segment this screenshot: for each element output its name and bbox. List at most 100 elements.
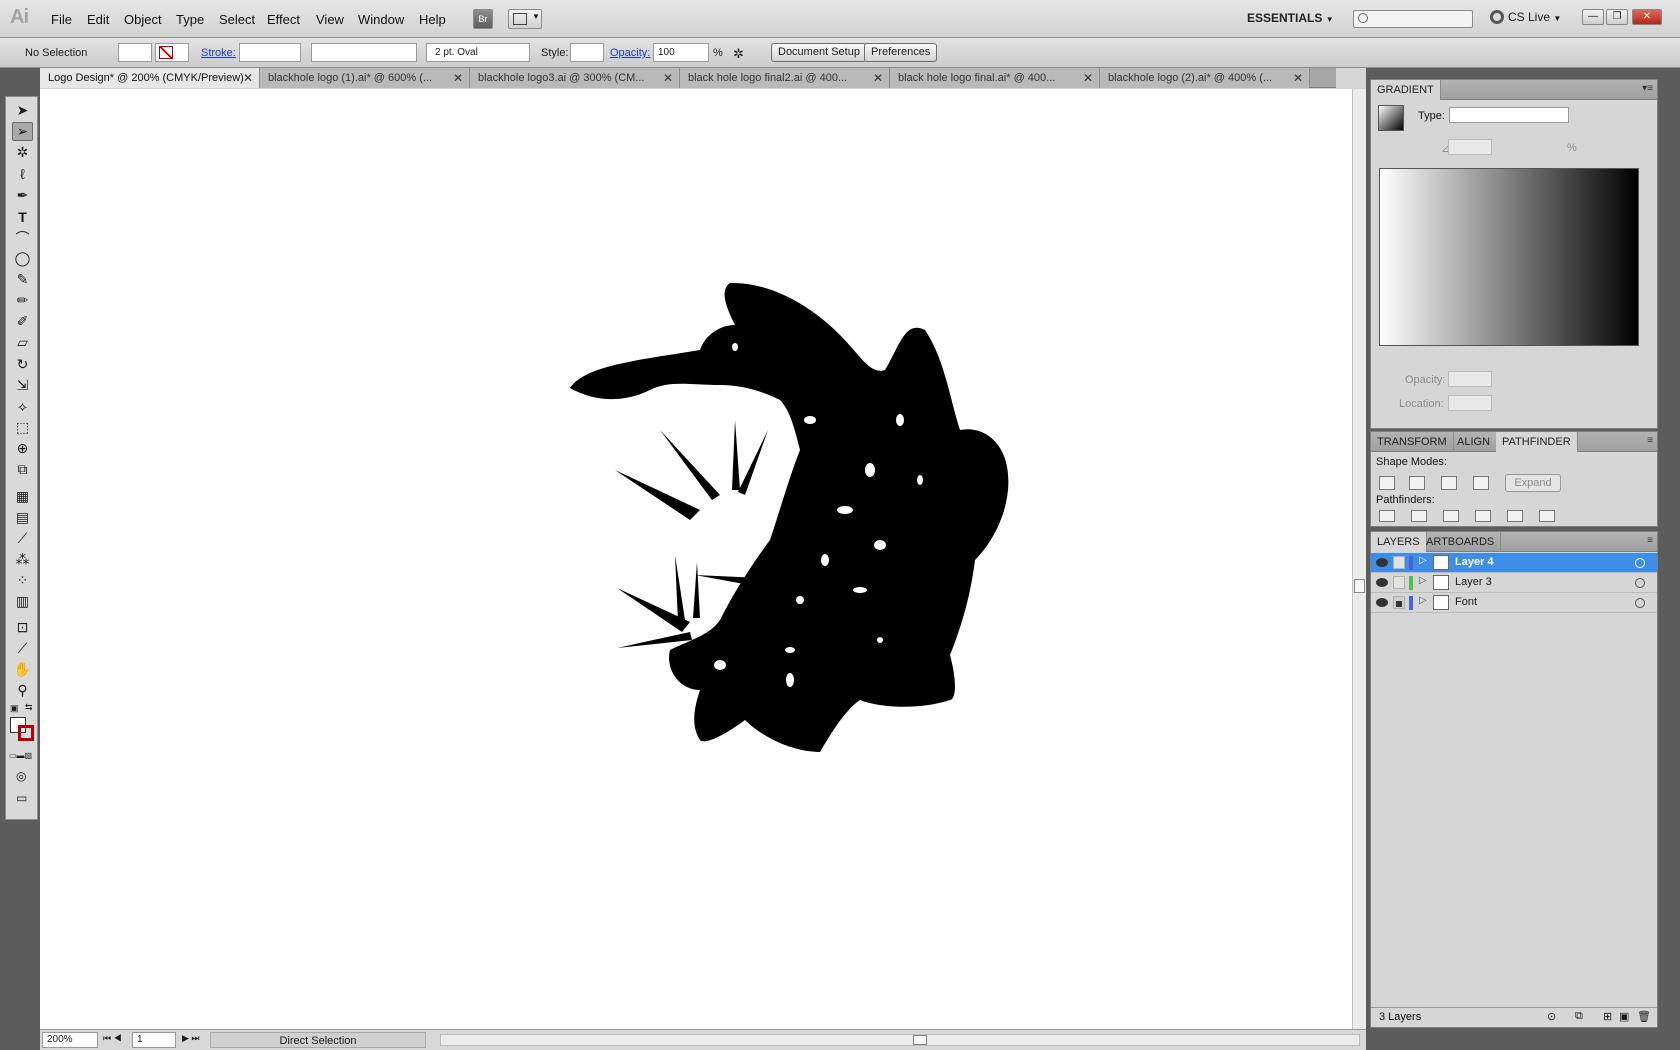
visibility-eye-icon[interactable] bbox=[1376, 578, 1388, 587]
lasso-tool-icon[interactable]: ℓ bbox=[12, 164, 33, 183]
stop-opacity-field[interactable] bbox=[1448, 371, 1492, 387]
make-clipping-mask-icon[interactable]: ⧉ bbox=[1575, 1010, 1583, 1023]
selection-tool-icon[interactable]: ➤ bbox=[12, 101, 33, 120]
type-tool-icon[interactable]: T bbox=[12, 207, 33, 226]
close-tab-icon[interactable]: ✕ bbox=[453, 68, 463, 88]
workspace-switcher[interactable]: ESSENTIALS ▼ bbox=[1247, 11, 1334, 25]
layer-name[interactable]: Font bbox=[1455, 596, 1477, 608]
swap-fill-stroke-icon[interactable]: ⇆ bbox=[25, 702, 33, 713]
delete-layer-icon[interactable]: 🗑 bbox=[1637, 1010, 1651, 1023]
artboard-canvas[interactable] bbox=[40, 89, 1352, 1029]
menu-view[interactable]: View bbox=[316, 12, 344, 27]
menu-object[interactable]: Object bbox=[124, 12, 162, 27]
tab-blackhole-logo-1[interactable]: blackhole logo (1).ai* @ 600% (... ✕ bbox=[260, 68, 470, 88]
scale-tool-icon[interactable]: ⇲ bbox=[12, 376, 33, 395]
target-circle-icon[interactable] bbox=[1635, 558, 1645, 568]
minus-front-icon[interactable] bbox=[1409, 476, 1425, 490]
column-graph-tool-icon[interactable]: ▥ bbox=[12, 592, 33, 611]
zoom-tool-icon[interactable]: ⚲ bbox=[12, 681, 33, 700]
close-button[interactable]: ✕ bbox=[1632, 9, 1662, 25]
tab-layers[interactable]: LAYERS bbox=[1371, 532, 1427, 552]
layer-row-font[interactable]: ▷ Font bbox=[1371, 593, 1657, 613]
target-circle-icon[interactable] bbox=[1635, 578, 1645, 588]
blob-brush-tool-icon[interactable]: ✐ bbox=[12, 312, 33, 331]
close-tab-icon[interactable]: ✕ bbox=[873, 68, 883, 88]
gradient-ramp[interactable] bbox=[1379, 168, 1639, 346]
locate-object-icon[interactable]: ⊙ bbox=[1547, 1010, 1556, 1023]
tab-blackhole-logo-2[interactable]: blackhole logo (2).ai* @ 400% (... ✕ bbox=[1100, 68, 1310, 88]
artboard-number-field[interactable]: 1 bbox=[132, 1032, 176, 1048]
gradient-type-select[interactable] bbox=[1449, 107, 1569, 123]
opacity-field[interactable]: 100 bbox=[653, 43, 709, 62]
line-tool-icon[interactable]: ⌒ bbox=[12, 228, 33, 247]
symbol-sprayer-tool-icon[interactable]: ⁘ bbox=[12, 571, 33, 590]
perspective-grid-tool-icon[interactable]: ⧉ bbox=[12, 460, 33, 479]
close-tab-icon[interactable]: ✕ bbox=[663, 68, 673, 88]
layer-row-layer-3[interactable]: ▷ Layer 3 bbox=[1371, 573, 1657, 593]
crop-icon[interactable] bbox=[1475, 510, 1491, 522]
preferences-button[interactable]: Preferences bbox=[864, 43, 938, 62]
layer-row-layer-4[interactable]: ▷ Layer 4 bbox=[1371, 553, 1657, 573]
stroke-label[interactable]: Stroke: bbox=[201, 47, 236, 59]
restore-button[interactable]: ❐ bbox=[1606, 9, 1628, 25]
outline-icon[interactable] bbox=[1507, 510, 1523, 522]
menu-edit[interactable]: Edit bbox=[87, 12, 109, 27]
menu-file[interactable]: File bbox=[51, 12, 72, 27]
gradient-swatch[interactable] bbox=[1378, 105, 1404, 131]
mesh-tool-icon[interactable]: ▦ bbox=[12, 487, 33, 506]
layer-name[interactable]: Layer 4 bbox=[1455, 556, 1494, 568]
panel-menu-icon[interactable]: ≡ bbox=[1647, 435, 1653, 446]
tab-artboards[interactable]: ARTBOARDS bbox=[1420, 532, 1502, 552]
angle-field[interactable] bbox=[1448, 139, 1492, 155]
screen-mode-icon[interactable]: ▭ bbox=[16, 791, 27, 805]
exclude-icon[interactable] bbox=[1473, 476, 1489, 490]
cs-live-menu[interactable]: CS Live ▼ bbox=[1490, 10, 1561, 24]
close-tab-icon[interactable]: ✕ bbox=[1293, 68, 1303, 88]
tab-pathfinder[interactable]: PATHFINDER bbox=[1496, 432, 1578, 452]
color-mode-icons[interactable]: ▭▬▧ bbox=[9, 751, 32, 760]
stroke-swatch[interactable] bbox=[155, 43, 189, 62]
eyedropper-tool-icon[interactable]: ⟋ bbox=[12, 529, 33, 548]
magic-wand-tool-icon[interactable]: ✲ bbox=[12, 143, 33, 162]
paintbrush-tool-icon[interactable]: ✎ bbox=[12, 270, 33, 289]
stroke-color-icon[interactable] bbox=[18, 725, 34, 741]
blend-tool-icon[interactable]: ⁂ bbox=[12, 550, 33, 569]
tab-logo-design[interactable]: Logo Design* @ 200% (CMYK/Preview) ✕ bbox=[40, 68, 260, 88]
expand-triangle-icon[interactable]: ▷ bbox=[1419, 595, 1427, 606]
brush-definition[interactable]: 2 pt. Oval bbox=[426, 43, 530, 62]
bridge-button[interactable]: Br bbox=[473, 9, 493, 29]
default-fill-stroke-icon[interactable]: ▣ bbox=[10, 703, 19, 714]
trim-icon[interactable] bbox=[1411, 510, 1427, 522]
tab-transform[interactable]: TRANSFORM bbox=[1371, 432, 1454, 452]
rotate-tool-icon[interactable]: ↻ bbox=[12, 355, 33, 374]
scroll-thumb[interactable] bbox=[1354, 579, 1365, 593]
zoom-level-select[interactable]: 200% bbox=[42, 1032, 98, 1048]
direct-selection-tool-icon[interactable]: ➢ bbox=[12, 122, 33, 141]
expand-triangle-icon[interactable]: ▷ bbox=[1419, 575, 1427, 586]
last-artboard-icon[interactable]: ▶ ⏭ bbox=[182, 1033, 200, 1044]
free-transform-tool-icon[interactable]: ⬚ bbox=[12, 418, 33, 437]
shape-builder-tool-icon[interactable]: ⊕ bbox=[12, 439, 33, 458]
pen-tool-icon[interactable]: ✒ bbox=[12, 186, 33, 205]
recolor-artwork-icon[interactable]: ✲ bbox=[733, 46, 744, 62]
lock-icon[interactable] bbox=[1393, 596, 1405, 609]
tab-blackhole-logo3[interactable]: blackhole logo3.ai @ 300% (CM... ✕ bbox=[470, 68, 680, 88]
divide-icon[interactable] bbox=[1379, 510, 1395, 522]
visibility-eye-icon[interactable] bbox=[1376, 558, 1388, 567]
hand-tool-icon[interactable]: ✋ bbox=[12, 660, 33, 679]
minimize-button[interactable]: — bbox=[1582, 9, 1604, 25]
minus-back-icon[interactable] bbox=[1539, 510, 1555, 522]
new-layer-icon[interactable]: ▣ bbox=[1619, 1010, 1629, 1023]
menu-help[interactable]: Help bbox=[419, 12, 446, 27]
target-circle-icon[interactable] bbox=[1635, 598, 1645, 608]
opacity-label[interactable]: Opacity: bbox=[610, 47, 650, 59]
graphic-style-picker[interactable] bbox=[570, 43, 604, 62]
current-tool-status[interactable]: Direct Selection bbox=[210, 1032, 426, 1048]
slice-tool-icon[interactable]: ⟋ bbox=[12, 639, 33, 658]
tab-black-hole-logo-final2[interactable]: black hole logo final2.ai @ 400... ✕ bbox=[680, 68, 890, 88]
menu-select[interactable]: Select bbox=[219, 12, 255, 27]
menu-effect[interactable]: Effect bbox=[267, 12, 300, 27]
intersect-icon[interactable] bbox=[1441, 476, 1457, 490]
pencil-tool-icon[interactable]: ✏ bbox=[12, 291, 33, 310]
unite-icon[interactable] bbox=[1379, 476, 1395, 490]
